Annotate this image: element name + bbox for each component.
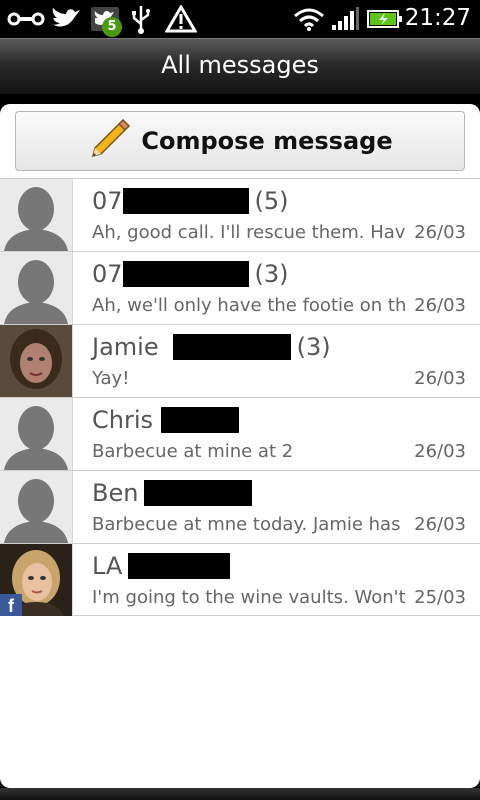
thread-row[interactable]: Ben Barbecue at mne today. Jamie has 26/… [0,470,480,543]
thread-row[interactable]: f LA I'm going to the wine vaults. Won't… [0,543,480,616]
redaction-bar [172,334,291,360]
thread-row[interactable]: Jamie (3) Yay! 26/03 [0,324,480,397]
message-date: 26/03 [414,295,466,316]
battery-charging-icon [366,0,404,38]
message-count: (5) [254,187,289,215]
message-preview: Ah, good call. I'll rescue them. Have [92,222,405,243]
compose-message-button[interactable]: Compose message [15,111,465,171]
thread-row[interactable]: 07 (3) Ah, we'll only have the footie on… [0,251,480,324]
connector-icon [6,0,46,38]
contact-name: LA [92,552,123,580]
pencil-icon [87,116,133,166]
twitter-bird-icon [48,0,84,38]
message-preview: Barbecue at mine at 2 [92,441,294,462]
status-bar: 5 21:27 [0,0,480,38]
redaction-bar [144,480,253,506]
message-date: 25/03 [414,587,466,608]
message-preview: Ah, we'll only have the footie on th [92,295,405,316]
warning-icon [164,0,198,38]
thread-row[interactable]: 07 (5) Ah, good call. I'll rescue them. … [0,178,480,251]
default-contact-avatar [0,471,72,543]
message-date: 26/03 [414,514,466,535]
messages-panel: Compose message 07 (5) Ah, good call. I'… [0,104,480,788]
default-contact-avatar [0,179,72,251]
redaction-bar [122,261,249,287]
redaction-bar [161,407,240,433]
usb-icon [128,0,154,38]
contact-name: 07 [92,260,123,288]
bottom-bar [0,788,480,800]
signal-icon [330,0,360,38]
facebook-icon: f [0,594,22,616]
title-bar: All messages [0,38,480,94]
contact-name: Jamie [92,333,159,361]
status-time: 21:27 [404,5,471,31]
divider [72,544,73,616]
contact-name: Chris [92,406,154,434]
message-count: (3) [296,333,331,361]
message-preview: Yay! [92,368,130,389]
divider [72,398,73,470]
contact-photo-avatar [0,325,72,397]
contact-photo-avatar: f [0,544,72,616]
thread-list: 07 (5) Ah, good call. I'll rescue them. … [0,178,480,616]
redaction-bar [128,553,231,579]
thread-row[interactable]: Chris Barbecue at mine at 2 26/03 [0,397,480,470]
message-date: 26/03 [414,368,466,389]
compose-message-label: Compose message [141,127,393,155]
redaction-bar [122,188,249,214]
message-date: 26/03 [414,222,466,243]
divider [72,179,73,251]
message-count: (3) [254,260,289,288]
message-preview: Barbecue at mne today. Jamie has [92,514,401,535]
contact-name: 07 [92,187,123,215]
divider [72,252,73,324]
message-preview: I'm going to the wine vaults. Won't [92,587,405,608]
notification-badge: 5 [102,17,122,37]
divider [72,325,73,397]
message-date: 26/03 [414,441,466,462]
default-contact-avatar [0,398,72,470]
contact-name: Ben [92,479,139,507]
page-title: All messages [161,51,319,79]
divider [72,471,73,543]
default-contact-avatar [0,252,72,324]
wifi-icon [292,0,326,38]
